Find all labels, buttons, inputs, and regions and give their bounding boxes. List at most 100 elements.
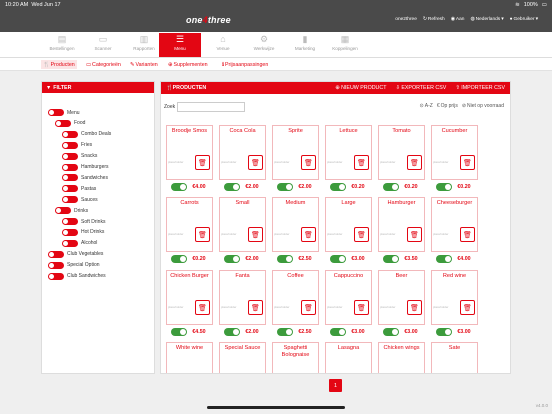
active-toggle[interactable] [330,183,346,191]
new-product-button[interactable]: ⊕ NIEUW PRODUCT [335,85,386,91]
filter-item[interactable]: Soft Drinks [62,217,105,226]
product-card[interactable]: Lettuce placeholder 🗑 [325,125,372,180]
toggle-switch[interactable] [62,228,78,236]
filter-item[interactable]: Hot Drinks [62,228,104,237]
delete-button[interactable]: 🗑 [407,300,422,315]
filter-item[interactable]: Snacks [62,152,97,161]
filter-item[interactable]: Food [55,119,85,128]
nav-werkwijze[interactable]: ⚙ Werkwijze [243,33,285,57]
toggle-switch[interactable] [62,196,78,204]
delete-button[interactable]: 🗑 [460,155,475,170]
product-price[interactable]: €2.50 [295,328,315,336]
delete-button[interactable]: 🗑 [460,227,475,242]
product-card[interactable]: Fanta placeholder 🗑 [219,270,266,325]
active-toggle[interactable] [330,328,346,336]
subnav-categorieën[interactable]: ▭ Categorieën [84,60,123,69]
language-select[interactable]: ◍ Nederlands ▾ [470,17,503,22]
product-price[interactable]: €0.20 [189,255,209,263]
stock-filter-button[interactable]: ⊘ Niet op voorraad [462,103,504,109]
active-toggle[interactable] [224,328,240,336]
filter-item[interactable]: Drinks [55,206,88,215]
active-toggle[interactable] [383,328,399,336]
delete-button[interactable]: 🗑 [195,155,210,170]
product-price[interactable]: €0.20 [401,183,421,191]
delete-button[interactable]: 🗑 [407,227,422,242]
toggle-switch[interactable] [48,272,64,280]
toggle-switch[interactable] [48,261,64,269]
delete-button[interactable]: 🗑 [248,300,263,315]
delete-button[interactable]: 🗑 [248,227,263,242]
refresh-button[interactable]: ↻ Refresh [423,17,445,22]
product-card[interactable]: Cucumber placeholder 🗑 [431,125,478,180]
filter-item[interactable]: Combo Deals [62,130,111,139]
active-toggle[interactable] [383,255,399,263]
aan-toggle[interactable]: ◉ Aan [451,17,465,22]
product-price[interactable]: €3.00 [401,328,421,336]
import-csv-button[interactable]: ⇧ IMPORTEER CSV [455,85,505,91]
product-card[interactable]: Broodje Smos placeholder 🗑 [166,125,213,180]
search-input[interactable] [177,102,246,112]
toggle-switch[interactable] [62,218,78,225]
nav-scanner[interactable]: ▭ Scanner [82,33,124,57]
active-toggle[interactable] [171,328,187,336]
product-card[interactable]: Chicken Burger placeholder 🗑 [166,270,213,325]
toggle-switch[interactable] [62,141,78,149]
delete-button[interactable]: 🗑 [354,300,369,315]
product-card[interactable]: Red wine placeholder 🗑 [431,270,478,325]
delete-button[interactable]: 🗑 [407,155,422,170]
filter-item[interactable]: Sandwiches [62,173,108,182]
product-price[interactable]: €2.00 [295,183,315,191]
toggle-switch[interactable] [55,207,71,215]
product-card[interactable]: Large placeholder 🗑 [325,197,372,252]
toggle-switch[interactable] [62,163,78,171]
product-price[interactable]: €0.20 [454,183,474,191]
filter-item[interactable]: Fries [62,141,92,150]
active-toggle[interactable] [436,255,452,263]
toggle-switch[interactable] [62,130,78,138]
active-toggle[interactable] [330,255,346,263]
subnav-prijsaanpassingen[interactable]: ℹ Prijsaanpassingen [220,60,270,69]
nav-menu[interactable]: ☰ Menu [159,33,201,57]
delete-button[interactable]: 🗑 [301,227,316,242]
product-price[interactable]: €4.00 [454,255,474,263]
product-card[interactable]: Sate [431,342,478,373]
toggle-switch[interactable] [62,239,78,247]
toggle-switch[interactable] [55,119,71,127]
product-card[interactable]: Small placeholder 🗑 [219,197,266,252]
delete-button[interactable]: 🗑 [195,227,210,242]
nav-bestellingen[interactable]: ▤ Bestellingen [41,33,83,57]
product-card[interactable]: Coca Cola placeholder 🗑 [219,125,266,180]
filter-item[interactable]: Pastas [62,184,96,193]
subnav-supplementen[interactable]: ⊕ Supplementen [166,60,210,69]
home-indicator[interactable] [207,406,345,409]
product-price[interactable]: €3.00 [454,328,474,336]
active-toggle[interactable] [436,328,452,336]
nav-venue[interactable]: ⌂ Venue [202,33,244,57]
product-card[interactable]: White wine [166,342,213,373]
toggle-switch[interactable] [62,174,78,182]
product-card[interactable]: Special Sauce [219,342,266,373]
product-card[interactable]: Spaghetti Bolognaise [272,342,319,373]
product-price[interactable]: €3.00 [348,255,368,263]
delete-button[interactable]: 🗑 [460,300,475,315]
product-price[interactable]: €2.00 [242,255,262,263]
active-toggle[interactable] [171,255,187,263]
product-card[interactable]: Cappuccino placeholder 🗑 [325,270,372,325]
delete-button[interactable]: 🗑 [301,300,316,315]
active-toggle[interactable] [224,183,240,191]
product-price[interactable]: €0.20 [348,183,368,191]
product-card[interactable]: Coffee placeholder 🗑 [272,270,319,325]
delete-button[interactable]: 🗑 [195,300,210,315]
active-toggle[interactable] [277,328,293,336]
toggle-switch[interactable] [48,250,64,258]
active-toggle[interactable] [383,183,399,191]
product-price[interactable]: €2.00 [242,328,262,336]
product-card[interactable]: Cheeseburger placeholder 🗑 [431,197,478,252]
toggle-switch[interactable] [62,185,78,193]
filter-item[interactable]: Sauces [62,195,98,204]
product-card[interactable]: Lasagna [325,342,372,373]
product-price[interactable]: €2.00 [242,183,262,191]
filter-item[interactable]: Hamburgers [62,163,109,172]
product-price[interactable]: €3.00 [348,328,368,336]
product-card[interactable]: Chicken wings [378,342,425,373]
